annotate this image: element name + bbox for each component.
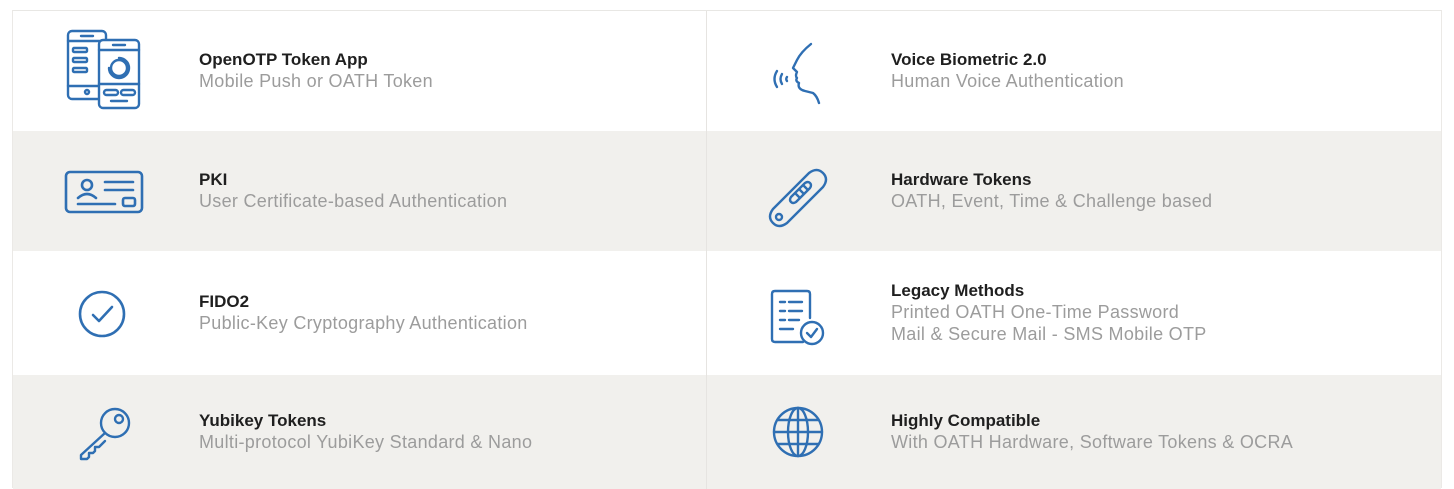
feature-legacy-methods: Legacy Methods Printed OATH One-Time Pas… — [707, 251, 1441, 375]
mobile-phones-icon — [65, 28, 145, 112]
feature-row: PKI User Certificate-based Authenticatio… — [13, 131, 1441, 251]
feature-highly-compatible: Highly Compatible With OATH Hardware, So… — [707, 375, 1441, 489]
feature-voice-biometric: Voice Biometric 2.0 Human Voice Authenti… — [707, 11, 1441, 131]
feature-title: Hardware Tokens — [891, 170, 1032, 189]
feature-yubikey-tokens: Yubikey Tokens Multi-protocol YubiKey St… — [13, 375, 707, 489]
feature-description: Human Voice Authentication — [891, 71, 1124, 91]
check-circle-icon — [77, 289, 127, 339]
globe-icon — [771, 405, 825, 459]
feature-text: Hardware Tokens OATH, Event, Time & Chal… — [891, 131, 1212, 251]
feature-title: Highly Compatible — [891, 411, 1041, 430]
feature-row: OpenOTP Token App Mobile Push or OATH To… — [13, 11, 1441, 131]
feature-text: PKI User Certificate-based Authenticatio… — [199, 131, 507, 251]
feature-title: PKI — [199, 170, 228, 189]
document-check-icon — [769, 288, 827, 348]
feature-description: User Certificate-based Authentication — [199, 191, 508, 211]
feature-text: Yubikey Tokens Multi-protocol YubiKey St… — [199, 375, 532, 489]
id-card-icon — [63, 169, 145, 215]
feature-text: Highly Compatible With OATH Hardware, So… — [891, 375, 1293, 489]
features-grid: OpenOTP Token App Mobile Push or OATH To… — [12, 10, 1442, 489]
feature-description: OATH, Event, Time & Challenge based — [891, 191, 1213, 211]
feature-openotp-token-app: OpenOTP Token App Mobile Push or OATH To… — [13, 11, 707, 131]
feature-fido2: FIDO2 Public-Key Cryptography Authentica… — [13, 251, 707, 375]
feature-text: Voice Biometric 2.0 Human Voice Authenti… — [891, 11, 1124, 131]
hardware-token-icon — [765, 165, 831, 231]
feature-description: Multi-protocol YubiKey Standard & Nano — [199, 432, 533, 452]
feature-text: FIDO2 Public-Key Cryptography Authentica… — [199, 251, 528, 375]
feature-description: Mobile Push or OATH Token — [199, 71, 433, 91]
feature-description-line: Printed OATH One-Time Password — [891, 302, 1180, 322]
feature-text: Legacy Methods Printed OATH One-Time Pas… — [891, 251, 1207, 375]
voice-biometric-icon — [767, 41, 827, 107]
feature-title: OpenOTP Token App — [199, 50, 368, 69]
key-icon — [77, 405, 133, 461]
feature-description: Public-Key Cryptography Authentication — [199, 313, 528, 333]
feature-text: OpenOTP Token App Mobile Push or OATH To… — [199, 11, 433, 131]
feature-title: Legacy Methods — [891, 281, 1025, 300]
feature-hardware-tokens: Hardware Tokens OATH, Event, Time & Chal… — [707, 131, 1441, 251]
feature-description: With OATH Hardware, Software Tokens & OC… — [891, 432, 1294, 452]
feature-pki: PKI User Certificate-based Authenticatio… — [13, 131, 707, 251]
feature-row: FIDO2 Public-Key Cryptography Authentica… — [13, 251, 1441, 375]
feature-title: Yubikey Tokens — [199, 411, 327, 430]
feature-description-line: Mail & Secure Mail - SMS Mobile OTP — [891, 324, 1207, 344]
feature-title: Voice Biometric 2.0 — [891, 50, 1047, 69]
feature-row: Yubikey Tokens Multi-protocol YubiKey St… — [13, 375, 1441, 489]
feature-title: FIDO2 — [199, 292, 250, 311]
